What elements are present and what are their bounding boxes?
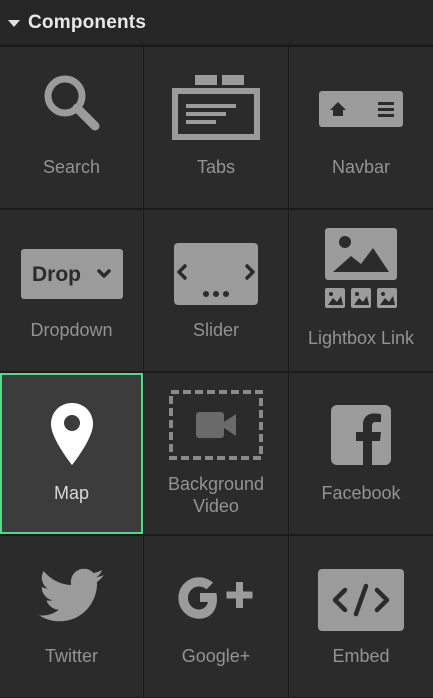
navbar-icon (319, 91, 403, 127)
component-tabs[interactable]: Tabs (144, 47, 288, 208)
component-google-plus[interactable]: Google+ (144, 536, 288, 697)
component-label: Google+ (181, 646, 251, 666)
component-navbar[interactable]: Navbar (289, 47, 433, 208)
slider-icon (174, 243, 258, 305)
tabs-icon (172, 75, 260, 140)
map-pin-icon (50, 403, 93, 465)
component-twitter[interactable]: Twitter (0, 536, 143, 697)
component-label: Tabs (196, 157, 236, 177)
lightbox-icon (325, 228, 397, 308)
component-label: Dropdown (30, 320, 113, 340)
facebook-icon (331, 405, 391, 465)
components-panel: Components Search Tabs Navbar Drop Dropd… (0, 0, 433, 698)
components-header[interactable]: Components (0, 0, 433, 46)
component-lightbox-link[interactable]: Lightbox Link (289, 210, 433, 371)
dropdown-icon: Drop (20, 249, 123, 299)
component-label: Background Video (167, 474, 265, 516)
component-label: Navbar (331, 157, 391, 177)
code-embed-icon (318, 569, 404, 631)
component-search[interactable]: Search (0, 47, 143, 208)
background-video-icon (169, 390, 263, 460)
components-grid: Search Tabs Navbar Drop Dropdown Slider … (0, 47, 433, 697)
component-label: Lightbox Link (307, 328, 415, 348)
component-label: Twitter (44, 646, 98, 666)
component-embed[interactable]: Embed (289, 536, 433, 697)
google-plus-icon (178, 577, 253, 619)
component-label: Map (53, 483, 89, 503)
twitter-icon (38, 568, 104, 622)
component-dropdown[interactable]: Drop Dropdown (0, 210, 143, 371)
search-icon (44, 75, 99, 131)
component-label: Embed (332, 646, 390, 666)
component-slider[interactable]: Slider (144, 210, 288, 371)
component-facebook[interactable]: Facebook (289, 373, 433, 534)
component-label: Search (42, 157, 101, 177)
component-background-video[interactable]: Background Video (144, 373, 288, 534)
svg-text:Drop: Drop (32, 263, 81, 286)
caret-down-icon[interactable] (8, 20, 20, 27)
component-label: Facebook (321, 483, 401, 503)
section-title: Components (28, 11, 147, 33)
component-map[interactable]: Map (0, 373, 143, 534)
component-label: Slider (192, 320, 240, 340)
